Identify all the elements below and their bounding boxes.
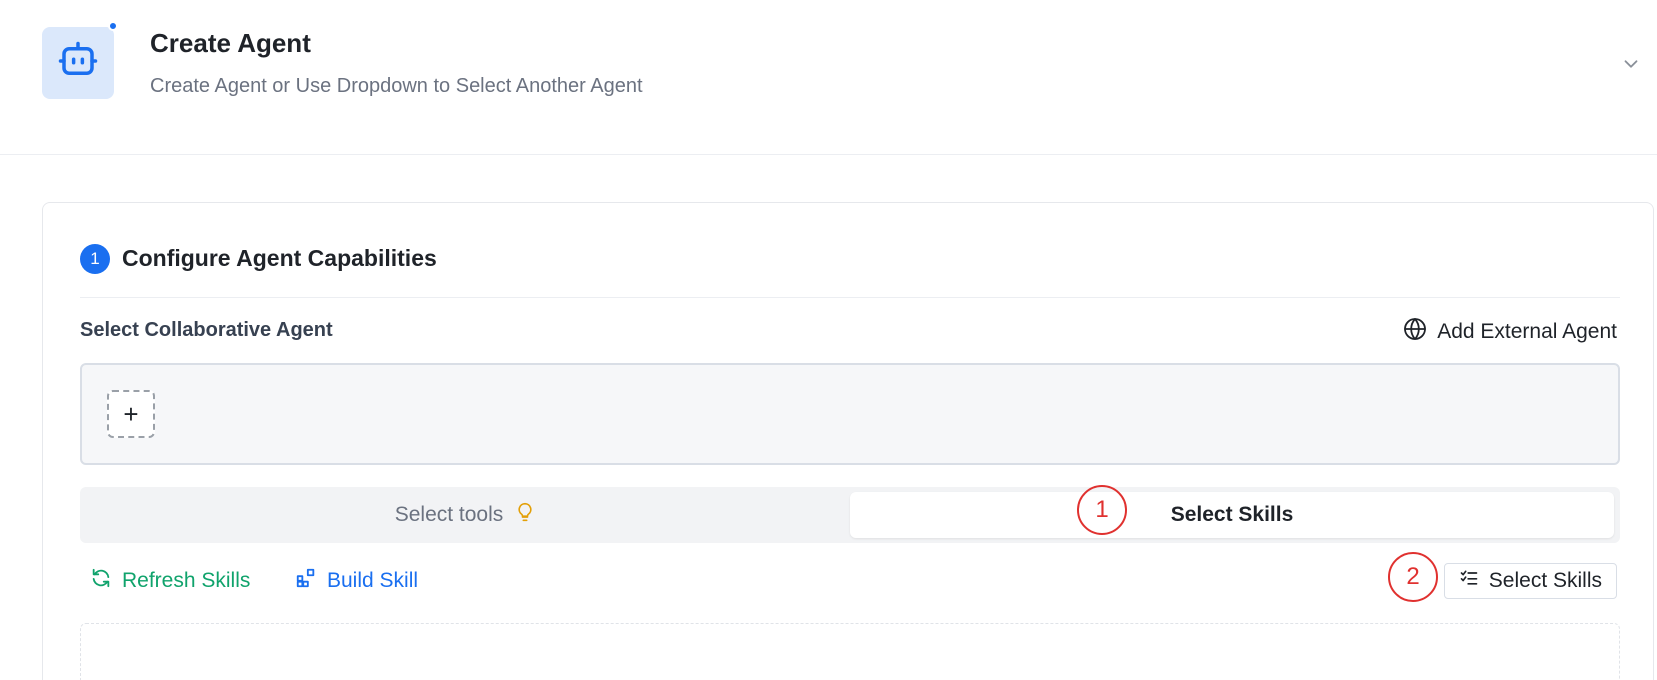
- refresh-icon: [90, 567, 112, 595]
- divider: [80, 297, 1620, 298]
- select-skills-label: Select Skills: [1488, 569, 1602, 592]
- checklist-icon: [1459, 568, 1479, 594]
- tab-select-skills[interactable]: Select Skills: [850, 492, 1614, 538]
- section-title: Configure Agent Capabilities: [122, 245, 437, 271]
- status-dot: [108, 21, 118, 31]
- tab-select-skills-label: Select Skills: [1170, 503, 1294, 526]
- configure-capabilities-card: 1 Configure Agent Capabilities Select Co…: [42, 202, 1654, 680]
- refresh-skills-button[interactable]: Refresh Skills: [90, 567, 250, 595]
- capability-tabs: Select tools Select Skills: [80, 487, 1620, 543]
- step-badge: 1: [80, 244, 110, 274]
- tab-select-tools[interactable]: Select tools: [80, 492, 850, 538]
- lightbulb-icon: [515, 500, 535, 530]
- add-external-agent-label: Add External Agent: [1437, 320, 1617, 343]
- agent-avatar: [42, 27, 114, 99]
- globe-icon: [1403, 317, 1427, 347]
- collab-agent-box: +: [80, 363, 1620, 465]
- annotation-marker-2: 2: [1388, 552, 1438, 602]
- annotation-marker-1: 1: [1077, 485, 1127, 535]
- chevron-down-icon[interactable]: [1620, 53, 1642, 75]
- add-agent-slot[interactable]: +: [107, 390, 155, 438]
- skills-list-area: [80, 623, 1620, 680]
- add-external-agent-button[interactable]: Add External Agent: [1403, 317, 1617, 347]
- page-subtitle: Create Agent or Use Dropdown to Select A…: [150, 75, 643, 97]
- blocks-icon: [295, 567, 317, 595]
- select-skills-button[interactable]: Select Skills: [1443, 563, 1617, 599]
- build-skill-label: Build Skill: [327, 569, 419, 592]
- build-skill-button[interactable]: Build Skill: [295, 567, 418, 595]
- page-title: Create Agent: [150, 28, 311, 58]
- agent-header: Create Agent Create Agent or Use Dropdow…: [0, 0, 1657, 155]
- collab-agent-label: Select Collaborative Agent: [80, 319, 333, 341]
- tab-select-tools-label: Select tools: [394, 503, 504, 526]
- refresh-skills-label: Refresh Skills: [122, 569, 251, 592]
- robot-icon: [57, 40, 99, 87]
